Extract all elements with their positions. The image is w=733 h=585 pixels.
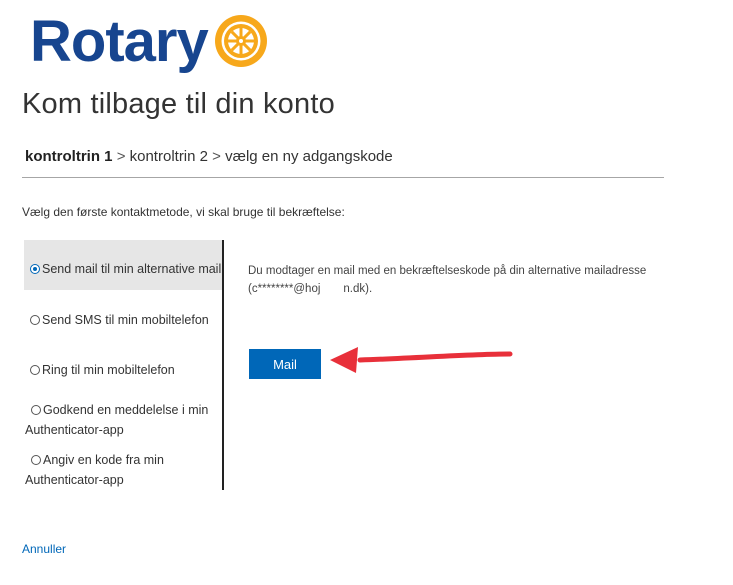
breadcrumb-step-3: vælg en ny adgangskode [225, 148, 393, 165]
radio-button-checked[interactable] [30, 264, 40, 274]
method-alternative-mail[interactable]: Send mail til min alternative mail [24, 240, 222, 290]
method-label-line2: Authenticator-app [25, 473, 124, 487]
breadcrumb-step-2: kontroltrin 2 [129, 148, 208, 165]
method-description: Du modtager en mail med en bekræftelsesk… [248, 262, 708, 298]
annotation-arrow-icon [330, 347, 513, 373]
breadcrumb-separator: > [116, 148, 130, 165]
rotary-logo: Rotary [30, 10, 268, 73]
radio-button[interactable] [30, 315, 40, 325]
method-sms[interactable]: Send SMS til min mobiltelefon [24, 310, 222, 330]
description-line2: (c********@hoj n.dk). [248, 283, 373, 295]
breadcrumb-step-1: kontroltrin 1 [25, 148, 113, 165]
mail-button[interactable]: Mail [249, 349, 321, 379]
breadcrumb: kontroltrin 1 > kontroltrin 2 > vælg en … [22, 148, 664, 178]
radio-button[interactable] [31, 405, 41, 415]
method-label: Send mail til min alternative mail [42, 262, 222, 276]
method-authenticator-code[interactable]: Angiv en kode fra min Authenticator-app [24, 450, 222, 490]
method-authenticator-approve[interactable]: Godkend en meddelelse i min Authenticato… [24, 400, 222, 440]
method-label: Ring til min mobiltelefon [42, 363, 175, 377]
method-label-line1: Angiv en kode fra min [43, 453, 164, 467]
method-label-line2: Authenticator-app [25, 423, 124, 437]
instruction-text: Vælg den første kontaktmetode, vi skal b… [22, 205, 345, 219]
contact-method-list: Send mail til min alternative mail Send … [24, 240, 224, 490]
cancel-link[interactable]: Annuller [22, 542, 66, 556]
breadcrumb-separator: > [212, 148, 226, 165]
radio-button[interactable] [30, 365, 40, 375]
logo-text: Rotary [30, 8, 209, 74]
method-phone-call[interactable]: Ring til min mobiltelefon [24, 360, 222, 380]
method-label: Send SMS til min mobiltelefon [42, 313, 209, 327]
rotary-wheel-icon [214, 14, 268, 73]
method-label-line1: Godkend en meddelelse i min [43, 403, 209, 417]
page-title: Kom tilbage til din konto [22, 88, 335, 120]
radio-button[interactable] [31, 455, 41, 465]
description-line1: Du modtager en mail med en bekræftelsesk… [248, 265, 647, 277]
